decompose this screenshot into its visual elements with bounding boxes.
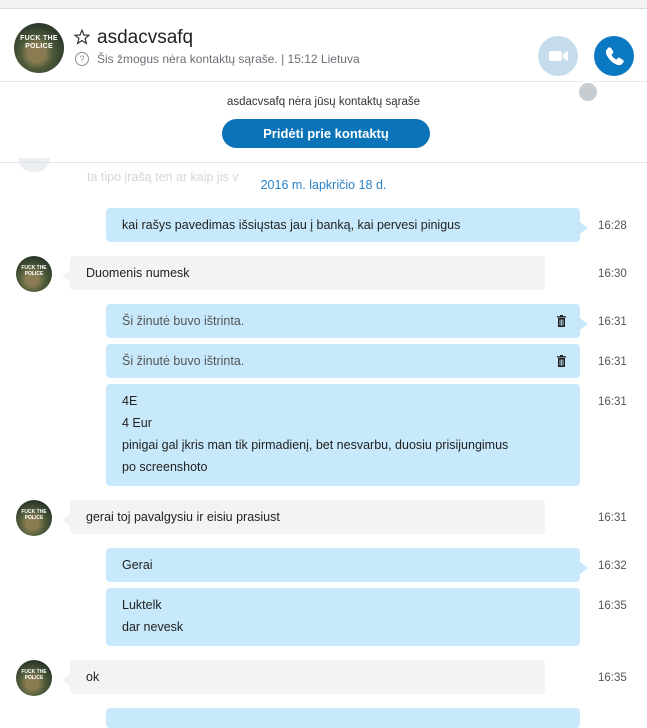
message-time: 16:31 [598,316,627,328]
message-time: 16:31 [598,512,627,524]
contact-name[interactable]: asdacvsafq [97,27,193,49]
window-top-strip [0,0,647,9]
message-bubble[interactable]: Gerai [106,548,588,582]
message-bubble[interactable]: gerai toj pavalgysiu ir eisiu prasiust [62,500,545,534]
faded-avatar [18,158,50,172]
contact-avatar[interactable]: FUCK THE POLICE [14,23,64,73]
message-time: 16:35 [598,600,627,612]
message-text: Duomenis numesk [86,266,190,280]
trash-icon[interactable] [557,355,566,367]
avatar-caption: FUCK THE POLICE [21,265,47,277]
message-text: Ši žinutė buvo ištrinta. [122,354,245,368]
bubble-tail [62,514,70,526]
message-text: Ši žinutė buvo ištrinta. [122,314,245,328]
sender-avatar[interactable]: FUCK THE POLICE [16,660,52,696]
bubble-tail [580,318,588,330]
not-in-contacts-text: asdacvsafq nėra jūsų kontaktų sąraše [226,96,421,108]
deleted-message-bubble[interactable]: Ši žinutė buvo ištrinta. [106,344,580,378]
contact-local-time: | 15:12 Lietuva [281,52,360,66]
sender-avatar[interactable]: FUCK THE POLICE [16,256,52,292]
add-to-contacts-button[interactable]: Pridėti prie kontaktų [222,119,430,148]
avatar-caption: FUCK THE POLICE [21,509,47,521]
sender-avatar[interactable]: FUCK THE POLICE [16,500,52,536]
message-time: 16:31 [598,356,627,368]
bubble-tail [580,222,588,234]
bubble-tail [580,562,588,574]
message-time: 16:35 [598,672,627,684]
message-text: gerai toj pavalgysiu ir eisiu prasiust [86,510,280,524]
avatar-caption: FUCK THE POLICE [20,35,58,50]
banner-divider [0,162,647,163]
message-text: po screenshoto [122,460,208,474]
star-icon[interactable] [74,29,90,45]
conversation-header: FUCK THE POLICE asdacvsafq ? Šis žmogus … [0,9,647,103]
message-text: Luktelk [122,598,162,612]
message-text: pinigai gal įkris man tik pirmadienį, be… [122,438,509,452]
avatar-caption: FUCK THE POLICE [21,669,47,681]
message-bubble[interactable]: kai rašys pavedimas išsiųstas jau į bank… [106,208,588,242]
message-text: 4E [122,394,138,408]
message-text: ok [86,670,100,684]
bubble-tail [62,674,70,686]
trash-icon[interactable] [557,315,566,327]
date-separator: 2016 m. lapkričio 18 d. [260,178,387,192]
phone-icon [605,47,624,66]
message-time: 16:28 [598,220,627,232]
deleted-message-bubble[interactable]: Ši žinutė buvo ištrinta. [106,304,588,338]
contact-status-line: Šis žmogus nėra kontaktų sąraše. | 15:12… [97,52,360,66]
message-text: 4 Eur [122,416,152,430]
message-bubble[interactable]: Duomenis numesk [62,256,545,290]
message-text: dar nevesk [122,620,184,634]
info-icon: ? [75,52,89,66]
message-bubble-partial[interactable] [106,708,580,728]
video-camera-icon [549,51,568,61]
message-time: 16:31 [598,396,627,408]
message-text: kai rašys pavedimas išsiųstas jau į bank… [122,218,461,232]
message-bubble[interactable]: Luktelk dar nevesk [106,588,580,646]
bubble-tail [62,270,70,282]
contact-status-text: Šis žmogus nėra kontaktų sąraše. [97,52,278,66]
video-call-button[interactable] [538,36,578,76]
message-bubble[interactable]: 4E 4 Eur pinigai gal įkris man tik pirma… [106,384,580,486]
message-bubble[interactable]: ok [62,660,545,694]
message-time: 16:30 [598,268,627,280]
message-time: 16:32 [598,560,627,572]
audio-call-button[interactable] [594,36,634,76]
message-text: Gerai [122,558,153,572]
